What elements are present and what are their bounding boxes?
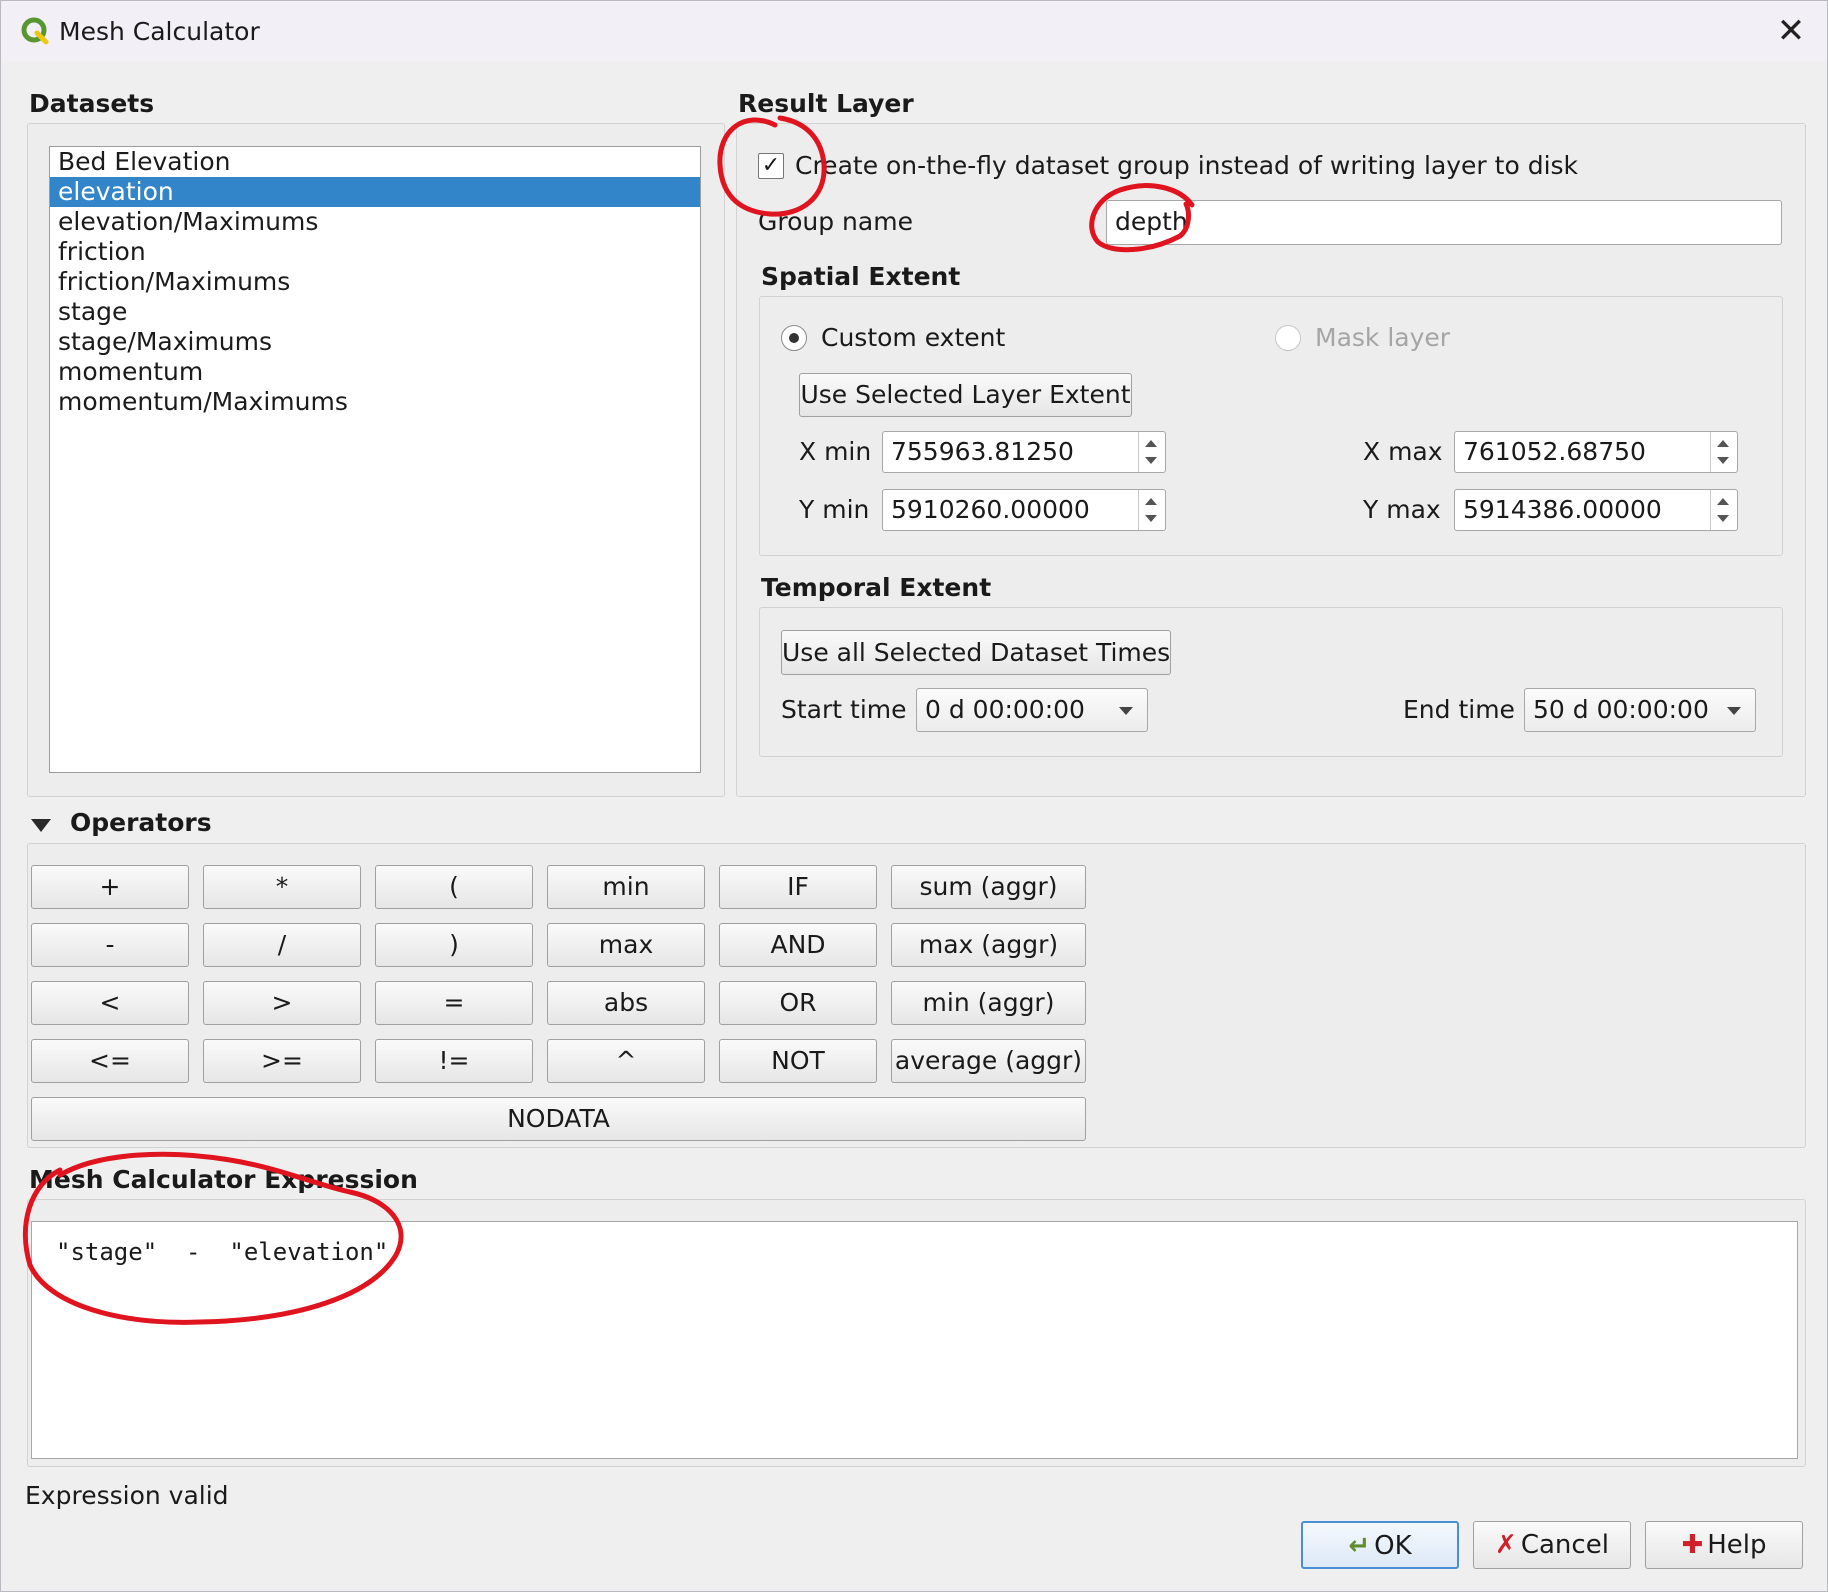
- use-selected-layer-extent-button[interactable]: Use Selected Layer Extent: [799, 373, 1132, 417]
- operator-min-aggr-button[interactable]: min (aggr): [891, 981, 1086, 1025]
- ymax-spinbox[interactable]: 5914386.00000: [1454, 489, 1738, 531]
- operator-less-equal-button[interactable]: <=: [31, 1039, 189, 1083]
- end-time-combo[interactable]: 50 d 00:00:00: [1524, 688, 1756, 732]
- cancel-button[interactable]: ✗ Cancel: [1473, 1521, 1631, 1569]
- group-name-input[interactable]: depth: [1106, 200, 1782, 245]
- operator-abs-button[interactable]: abs: [547, 981, 705, 1025]
- qgis-logo-icon: [21, 17, 49, 45]
- operator-greater-button[interactable]: >: [203, 981, 361, 1025]
- dataset-item[interactable]: friction/Maximums: [50, 267, 700, 297]
- end-time-label: End time: [1403, 695, 1515, 724]
- start-time-combo[interactable]: 0 d 00:00:00: [916, 688, 1148, 732]
- expression-title: Mesh Calculator Expression: [29, 1165, 418, 1194]
- xmax-spin-arrows[interactable]: [1710, 432, 1737, 472]
- datasets-title: Datasets: [29, 89, 155, 118]
- custom-extent-label: Custom extent: [821, 323, 1006, 352]
- operator-minus-button[interactable]: -: [31, 923, 189, 967]
- operator-average-aggr-button[interactable]: average (aggr): [891, 1039, 1086, 1083]
- operator-multiply-button[interactable]: *: [203, 865, 361, 909]
- operator-max-aggr-button[interactable]: max (aggr): [891, 923, 1086, 967]
- operator-power-button[interactable]: ^: [547, 1039, 705, 1083]
- custom-extent-radio[interactable]: [781, 325, 807, 351]
- result-layer-title: Result Layer: [738, 89, 914, 118]
- ok-label: OK: [1374, 1531, 1412, 1561]
- chevron-down-icon: [1727, 707, 1741, 715]
- start-time-label: Start time: [781, 695, 907, 724]
- cancel-label: Cancel: [1520, 1530, 1609, 1560]
- operator-if-button[interactable]: IF: [719, 865, 877, 909]
- mask-layer-radio[interactable]: [1275, 325, 1301, 351]
- dataset-item[interactable]: momentum: [50, 357, 700, 387]
- expression-editor[interactable]: "stage" - "elevation": [31, 1221, 1798, 1459]
- operator-not-button[interactable]: NOT: [719, 1039, 877, 1083]
- operator-close-paren-button[interactable]: ): [375, 923, 533, 967]
- operator-divide-button[interactable]: /: [203, 923, 361, 967]
- dataset-item[interactable]: friction: [50, 237, 700, 267]
- operator-open-paren-button[interactable]: (: [375, 865, 533, 909]
- operator-or-button[interactable]: OR: [719, 981, 877, 1025]
- xmin-value: 755963.81250: [891, 437, 1074, 466]
- use-all-dataset-times-button[interactable]: Use all Selected Dataset Times: [781, 630, 1171, 675]
- datasets-list[interactable]: Bed Elevation elevation elevation/Maximu…: [49, 146, 701, 773]
- ok-button[interactable]: ↵ OK: [1301, 1521, 1459, 1569]
- group-name-label: Group name: [758, 207, 913, 236]
- xmin-spinbox[interactable]: 755963.81250: [882, 431, 1166, 473]
- expression-status: Expression valid: [25, 1481, 229, 1510]
- spatial-extent-title: Spatial Extent: [761, 262, 961, 291]
- operator-equal-button[interactable]: =: [375, 981, 533, 1025]
- operators-title: Operators: [70, 808, 212, 837]
- operator-sum-aggr-button[interactable]: sum (aggr): [891, 865, 1086, 909]
- ymin-value: 5910260.00000: [891, 495, 1090, 524]
- close-icon[interactable]: ✕: [1771, 11, 1811, 51]
- operator-and-button[interactable]: AND: [719, 923, 877, 967]
- xmax-label: X max: [1363, 437, 1443, 466]
- start-time-value: 0 d 00:00:00: [925, 695, 1085, 724]
- ymax-spin-arrows[interactable]: [1710, 490, 1737, 530]
- operator-less-button[interactable]: <: [31, 981, 189, 1025]
- title-bar: Mesh Calculator ✕: [1, 1, 1827, 61]
- window-title: Mesh Calculator: [59, 17, 260, 46]
- ymin-label: Y min: [799, 495, 870, 524]
- ymin-spin-arrows[interactable]: [1138, 490, 1165, 530]
- operator-nodata-button[interactable]: NODATA: [31, 1097, 1086, 1141]
- help-icon: ✚: [1681, 1530, 1704, 1560]
- dataset-item[interactable]: elevation/Maximums: [50, 207, 700, 237]
- cancel-x-icon: ✗: [1495, 1530, 1517, 1560]
- help-button[interactable]: ✚ Help: [1645, 1521, 1803, 1569]
- operator-not-equal-button[interactable]: !=: [375, 1039, 533, 1083]
- ymax-value: 5914386.00000: [1463, 495, 1662, 524]
- ymin-spinbox[interactable]: 5910260.00000: [882, 489, 1166, 531]
- xmax-spinbox[interactable]: 761052.68750: [1454, 431, 1738, 473]
- mesh-calculator-dialog: Mesh Calculator ✕ Datasets Bed Elevation…: [0, 0, 1828, 1592]
- xmax-value: 761052.68750: [1463, 437, 1646, 466]
- dataset-item[interactable]: stage: [50, 297, 700, 327]
- dataset-item-selected[interactable]: elevation: [50, 177, 700, 207]
- xmin-spin-arrows[interactable]: [1138, 432, 1165, 472]
- dataset-item[interactable]: momentum/Maximums: [50, 387, 700, 417]
- operator-plus-button[interactable]: +: [31, 865, 189, 909]
- xmin-label: X min: [799, 437, 872, 466]
- operator-min-button[interactable]: min: [547, 865, 705, 909]
- help-label: Help: [1707, 1530, 1767, 1560]
- on-the-fly-checkbox[interactable]: ✓: [758, 153, 784, 179]
- operator-max-button[interactable]: max: [547, 923, 705, 967]
- dataset-item[interactable]: Bed Elevation: [50, 147, 700, 177]
- ok-arrow-icon: ↵: [1348, 1531, 1371, 1561]
- end-time-value: 50 d 00:00:00: [1533, 695, 1709, 724]
- ymax-label: Y max: [1363, 495, 1441, 524]
- chevron-down-icon: [1119, 707, 1133, 715]
- mask-layer-label: Mask layer: [1315, 323, 1451, 352]
- triangle-down-icon[interactable]: [31, 819, 51, 832]
- operator-greater-equal-button[interactable]: >=: [203, 1039, 361, 1083]
- temporal-extent-title: Temporal Extent: [761, 573, 992, 602]
- on-the-fly-label: Create on-the-fly dataset group instead …: [795, 151, 1579, 180]
- dataset-item[interactable]: stage/Maximums: [50, 327, 700, 357]
